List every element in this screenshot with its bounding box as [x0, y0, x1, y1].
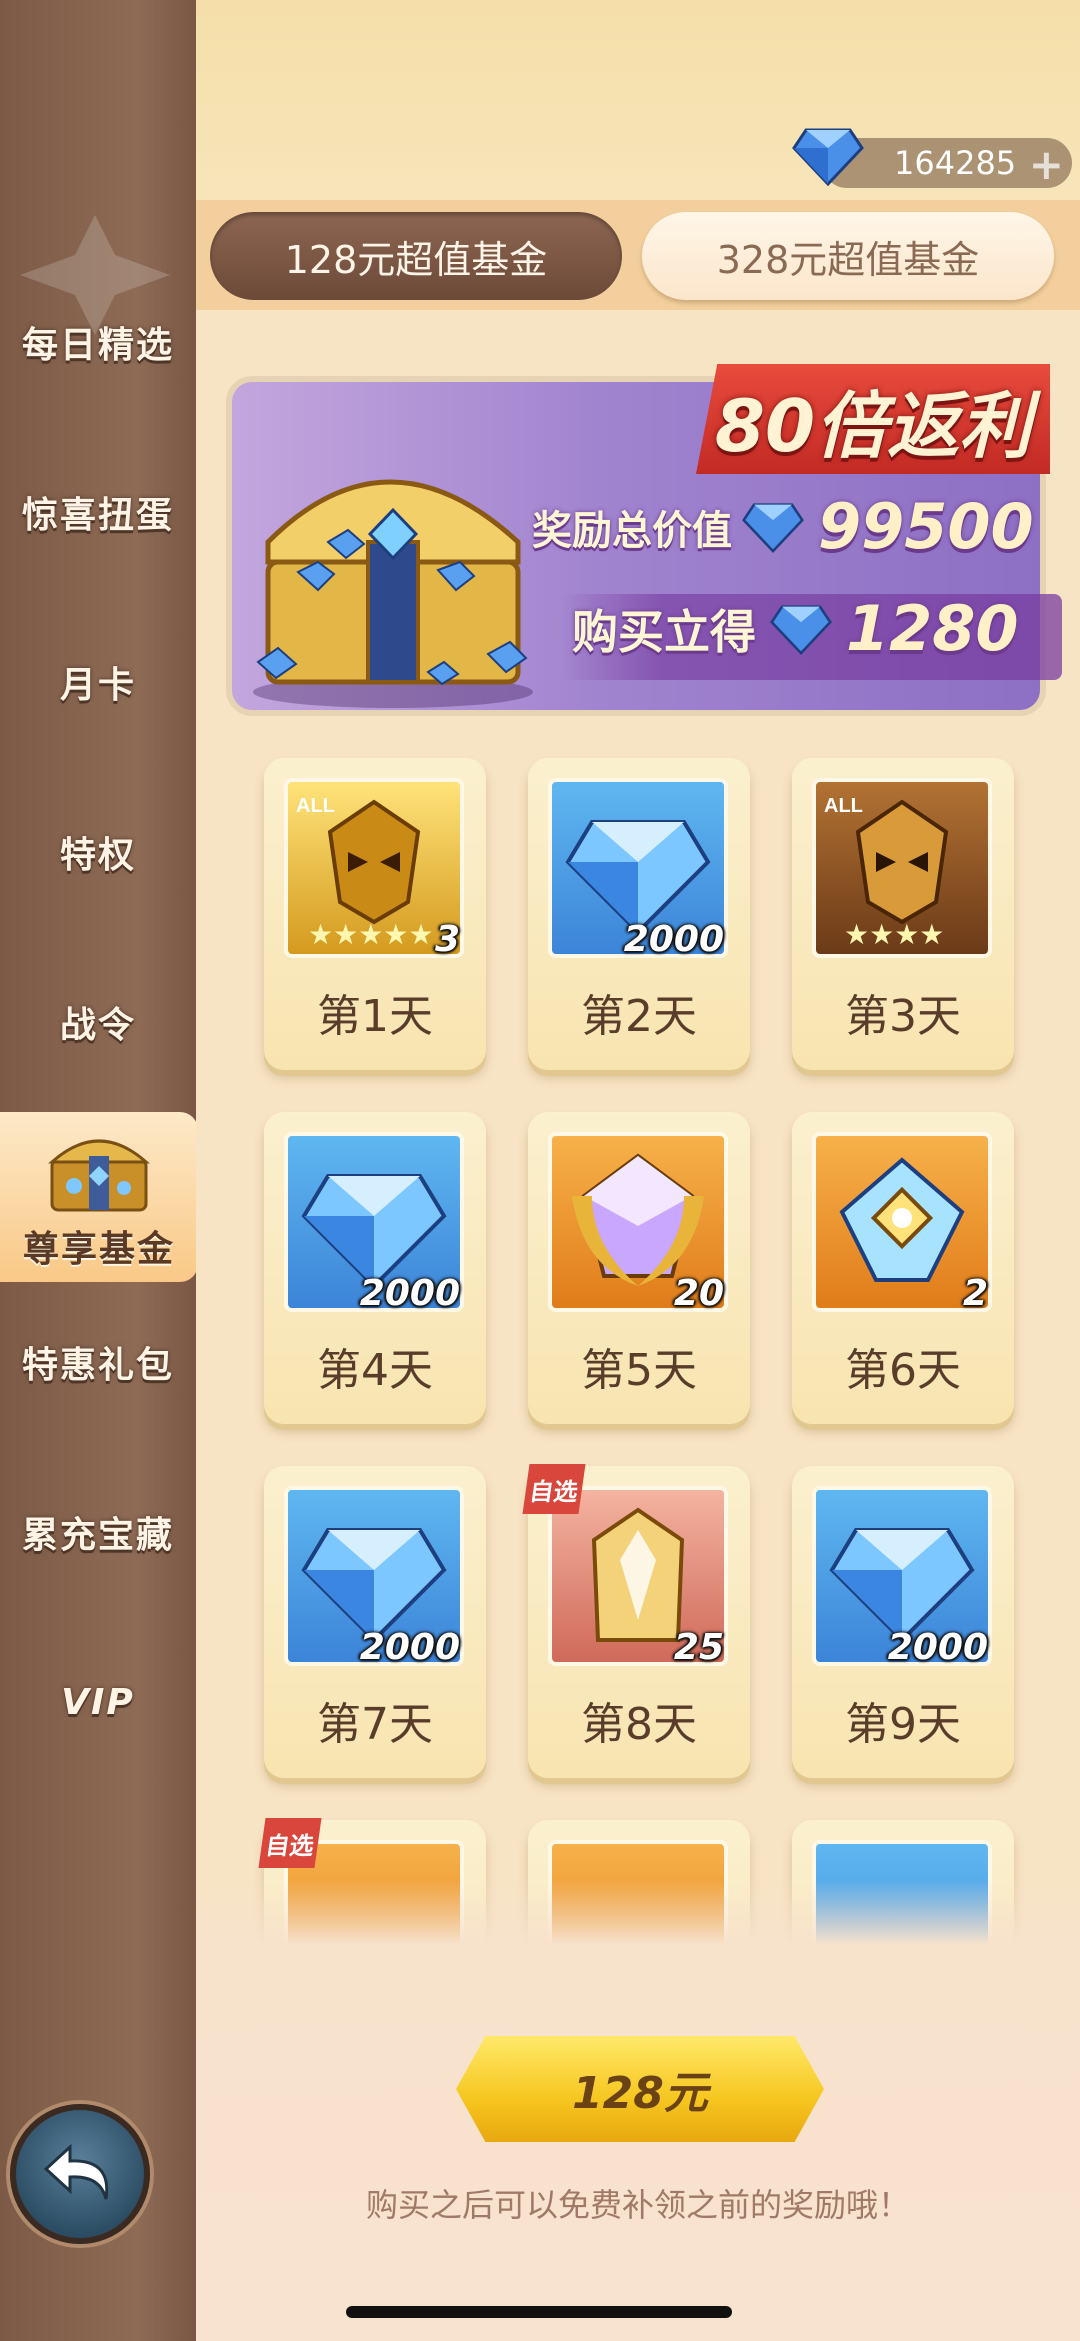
home-indicator[interactable]: [346, 2306, 732, 2318]
reward-day-label: 第2天: [581, 991, 697, 1042]
tab-128-fund[interactable]: 128元超值基金: [210, 212, 622, 300]
reward-card-day-5[interactable]: 20 第5天: [528, 1112, 750, 1424]
reward-count: 2000: [887, 1627, 988, 1668]
sidebar-item-battle-pass[interactable]: 战令: [0, 967, 196, 1077]
svg-text:★★★★★: ★★★★★: [308, 918, 434, 951]
reward-day-label: 第5天: [581, 1345, 697, 1396]
tab-328-fund[interactable]: 328元超值基金: [642, 212, 1054, 300]
diamond-count: 164285: [894, 144, 1017, 182]
bronze-mask-icon: ALL ★★★★: [812, 778, 992, 958]
svg-text:ALL: ALL: [296, 795, 335, 817]
total-value-amount: 99500: [818, 490, 1034, 563]
reward-count: 2000: [359, 1273, 460, 1314]
self-select-tag: 自选: [258, 1818, 322, 1868]
diamond-icon: [742, 502, 804, 553]
diamond-icon: [792, 128, 864, 186]
reward-day-label: 第6天: [845, 1345, 961, 1396]
reward-count: 2: [962, 1273, 988, 1314]
reward-count: 3: [434, 919, 460, 960]
sidebar-item-daily-picks[interactable]: 每日精选: [0, 287, 196, 397]
sidebar: 每日精选 惊喜扭蛋 月卡 特权 战令 尊享基金 特惠礼包 累充宝藏 VIP: [0, 0, 198, 2341]
footer-note: 购买之后可以免费补领之前的奖励哦！: [365, 2186, 910, 2224]
fund-tabs: 128元超值基金 328元超值基金: [196, 200, 1080, 310]
rebate-ribbon: 80倍返利: [696, 364, 1050, 474]
diamond-balance: 164285 +: [792, 128, 1072, 189]
rebate-label: 80倍返利: [714, 383, 1032, 468]
reward-day-label: 第4天: [317, 1345, 433, 1396]
svg-text:★★★★: ★★★★: [844, 918, 944, 951]
sidebar-item-premium-fund[interactable]: 尊享基金: [0, 1112, 198, 1282]
top-bar: 164285 +: [196, 0, 1080, 200]
reward-count: 2000: [623, 919, 724, 960]
back-arrow-icon: [43, 2143, 109, 2200]
sidebar-item-monthly-card[interactable]: 月卡: [0, 627, 196, 737]
sidebar-item-privilege[interactable]: 特权: [0, 797, 196, 907]
reward-card-day-2[interactable]: 2000 第2天: [528, 758, 750, 1070]
fund-banner: 80倍返利 奖励总价值 99500 购买立得 1280: [226, 364, 1062, 716]
sidebar-item-special-pack[interactable]: 特惠礼包: [0, 1307, 196, 1417]
reward-day-label: 第1天: [317, 991, 433, 1042]
reward-count: 25: [673, 1627, 724, 1668]
sidebar-item-vip[interactable]: VIP: [0, 1647, 196, 1757]
reward-card-day-8[interactable]: 自选 25 第8天: [522, 1464, 750, 1778]
treasure-chest-icon: [253, 479, 533, 708]
instant-reward-row: 购买立得 1280: [572, 592, 1019, 665]
reward-card-day-6[interactable]: 2 第6天: [792, 1112, 1014, 1424]
self-select-tag: 自选: [522, 1464, 586, 1514]
reward-day-label: 第8天: [581, 1699, 697, 1750]
instant-reward-label: 购买立得: [572, 604, 756, 659]
treasure-chest-icon: [48, 1139, 150, 1212]
total-value-label: 奖励总价值: [532, 507, 732, 554]
sidebar-item-gacha[interactable]: 惊喜扭蛋: [0, 457, 196, 567]
reward-count: 2000: [359, 1627, 460, 1668]
reward-card-day-9[interactable]: 2000 第9天: [792, 1466, 1014, 1778]
buy-button-label: 128元: [572, 2068, 708, 2119]
total-value-row: 奖励总价值 99500: [532, 490, 1034, 563]
sidebar-item-recharge-treasure[interactable]: 累充宝藏: [0, 1477, 196, 1587]
back-button[interactable]: [10, 2104, 150, 2244]
sidebar-item-label: 尊享基金: [22, 1229, 175, 1270]
reward-day-label: 第9天: [845, 1699, 961, 1750]
reward-count: 20: [673, 1273, 724, 1314]
reward-day-label: 第3天: [845, 991, 961, 1042]
reward-day-label: 第7天: [317, 1699, 433, 1750]
reward-card-day-1[interactable]: ALL ★★★★★ 3 第1天: [264, 758, 486, 1070]
buy-button[interactable]: 128元: [456, 2036, 824, 2142]
reward-card-day-7[interactable]: 2000 第7天: [264, 1466, 486, 1778]
reward-card-day-4[interactable]: 2000 第4天: [264, 1112, 486, 1424]
instant-reward-amount: 1280: [846, 592, 1019, 665]
diamond-icon: [770, 604, 832, 655]
reward-card-day-3[interactable]: ALL ★★★★ 第3天: [792, 758, 1014, 1070]
add-currency-button[interactable]: +: [1029, 140, 1064, 189]
svg-text:ALL: ALL: [824, 795, 863, 817]
